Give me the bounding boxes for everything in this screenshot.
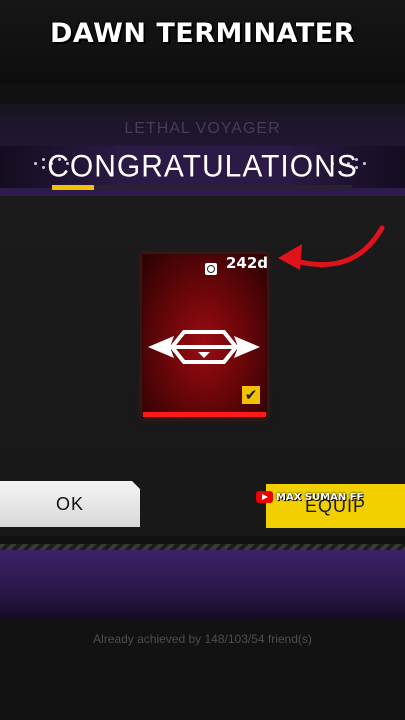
red-arrow-annotation	[278, 225, 385, 270]
clock-icon	[205, 263, 217, 275]
channel-name: MAX SUMAN FF	[276, 491, 364, 503]
video-title-band: DAWN TERMINATER	[0, 0, 405, 84]
youtube-icon	[256, 491, 273, 503]
channel-watermark: MAX SUMAN FF	[256, 489, 363, 505]
equipped-checkbox[interactable]: ✔	[242, 386, 260, 404]
progress-fill	[52, 185, 94, 190]
ok-button[interactable]: OK	[0, 481, 140, 527]
achievement-note: Already achieved by 148/103/54 friend(s)	[93, 632, 312, 646]
game-scene: LETHAL VOYAGER CONGRATULATIONS 242d ✔ OK…	[0, 84, 405, 720]
faded-heading: LETHAL VOYAGER	[124, 120, 281, 137]
winged-emblem-icon	[148, 330, 260, 364]
progress-bar	[52, 185, 352, 190]
lower-purple-band	[0, 550, 405, 620]
dialog-title: CONGRATULATIONS	[47, 149, 358, 184]
item-duration: 242d	[226, 254, 269, 272]
card-highlight-bar	[143, 412, 266, 417]
video-title: DAWN TERMINATER	[50, 18, 355, 49]
